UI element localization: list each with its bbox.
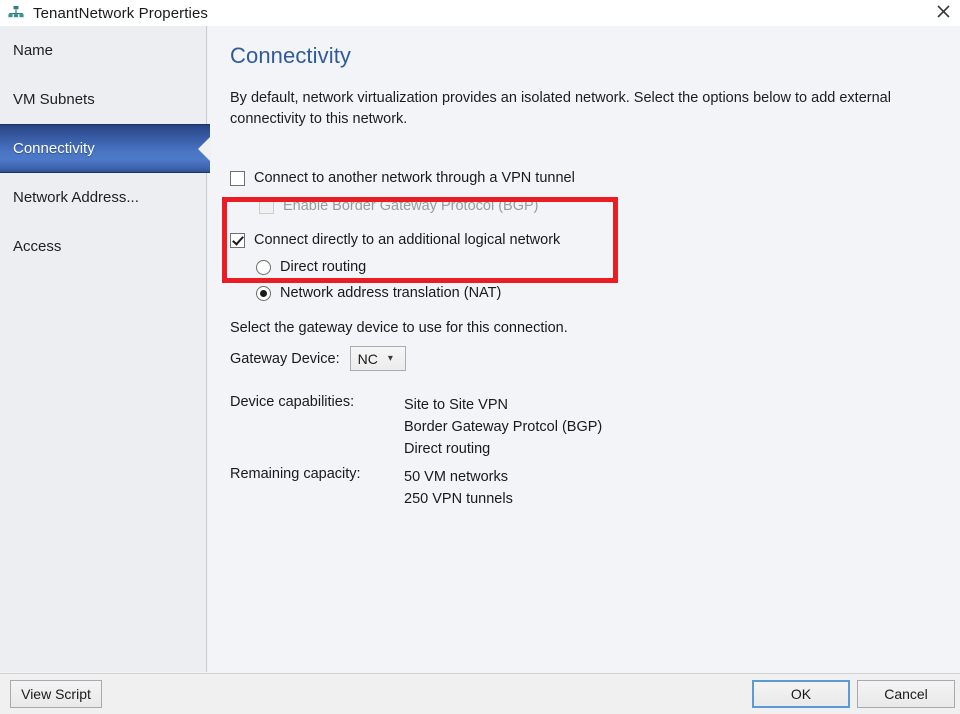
sidebar-item-name[interactable]: Name bbox=[0, 26, 206, 75]
vpn-tunnel-label: Connect to another network through a VPN… bbox=[254, 170, 575, 186]
cancel-button[interactable]: Cancel bbox=[857, 680, 955, 708]
bgp-checkbox-row: Enable Border Gateway Protocol (BGP) bbox=[259, 198, 538, 214]
direct-routing-radio[interactable] bbox=[256, 259, 271, 275]
gateway-device-select[interactable]: NC ▾ bbox=[349, 346, 406, 371]
chevron-down-icon: ▾ bbox=[387, 352, 393, 364]
sidebar-item-label: Access bbox=[13, 238, 62, 255]
logical-network-label: Connect directly to an additional logica… bbox=[254, 232, 561, 248]
gateway-device-label: Gateway Device: bbox=[230, 350, 340, 367]
device-capability-item: Direct routing bbox=[404, 441, 491, 457]
view-script-button[interactable]: View Script bbox=[10, 680, 102, 708]
sidebar-item-connectivity[interactable]: Connectivity bbox=[0, 124, 210, 173]
nat-label: Network address translation (NAT) bbox=[280, 285, 502, 301]
title-bar: TenantNetwork Properties bbox=[0, 0, 960, 26]
sidebar-item-label: Connectivity bbox=[13, 140, 95, 157]
window-title: TenantNetwork Properties bbox=[33, 4, 208, 22]
close-icon[interactable] bbox=[930, 0, 956, 23]
remaining-capacity-item: 250 VPN tunnels bbox=[404, 491, 513, 507]
sidebar: Name VM Subnets Connectivity Network Add… bbox=[0, 26, 210, 672]
bgp-checkbox bbox=[259, 198, 274, 214]
network-properties-icon bbox=[8, 6, 24, 18]
gateway-device-value: NC bbox=[357, 350, 378, 367]
gateway-device-row: Gateway Device: NC ▾ bbox=[230, 346, 406, 371]
nat-radio[interactable] bbox=[256, 285, 271, 301]
direct-routing-radio-row[interactable]: Direct routing bbox=[256, 259, 366, 275]
device-capabilities-label: Device capabilities: bbox=[230, 394, 355, 410]
device-capabilities-values: Site to Site VPN Border Gateway Protcol … bbox=[404, 394, 602, 460]
remaining-capacity-values: 50 VM networks 250 VPN tunnels bbox=[404, 466, 513, 510]
bgp-label: Enable Border Gateway Protocol (BGP) bbox=[283, 198, 539, 214]
direct-routing-label: Direct routing bbox=[280, 259, 367, 275]
device-capability-item: Border Gateway Protcol (BGP) bbox=[404, 419, 603, 435]
properties-dialog: TenantNetwork Properties Name VM Subnets… bbox=[0, 0, 960, 714]
logical-network-checkbox[interactable] bbox=[230, 232, 245, 248]
sidebar-item-access[interactable]: Access bbox=[0, 222, 206, 271]
sidebar-item-vm-subnets[interactable]: VM Subnets bbox=[0, 75, 206, 124]
ok-button[interactable]: OK bbox=[752, 680, 850, 708]
intro-text: By default, network virtualization provi… bbox=[230, 90, 891, 127]
vpn-tunnel-checkbox-row[interactable]: Connect to another network through a VPN… bbox=[230, 170, 575, 186]
vpn-tunnel-checkbox[interactable] bbox=[230, 170, 245, 186]
nat-radio-row[interactable]: Network address translation (NAT) bbox=[256, 285, 501, 301]
remaining-capacity-item: 50 VM networks bbox=[404, 469, 508, 485]
dialog-footer: View Script OK Cancel bbox=[0, 673, 960, 714]
sidebar-item-network-address[interactable]: Network Address... bbox=[0, 173, 206, 222]
content-pane: Connectivity By default, network virtual… bbox=[208, 26, 960, 672]
page-title: Connectivity bbox=[230, 43, 352, 68]
sidebar-item-label: Network Address... bbox=[13, 189, 139, 206]
sidebar-item-label: VM Subnets bbox=[13, 91, 95, 108]
remaining-capacity-label: Remaining capacity: bbox=[230, 466, 361, 482]
logical-network-checkbox-row[interactable]: Connect directly to an additional logica… bbox=[230, 232, 560, 248]
device-capability-item: Site to Site VPN bbox=[404, 397, 508, 413]
dialog-body: Name VM Subnets Connectivity Network Add… bbox=[0, 26, 960, 672]
gateway-instruction-text: Select the gateway device to use for thi… bbox=[230, 320, 568, 336]
sidebar-item-label: Name bbox=[13, 42, 54, 59]
